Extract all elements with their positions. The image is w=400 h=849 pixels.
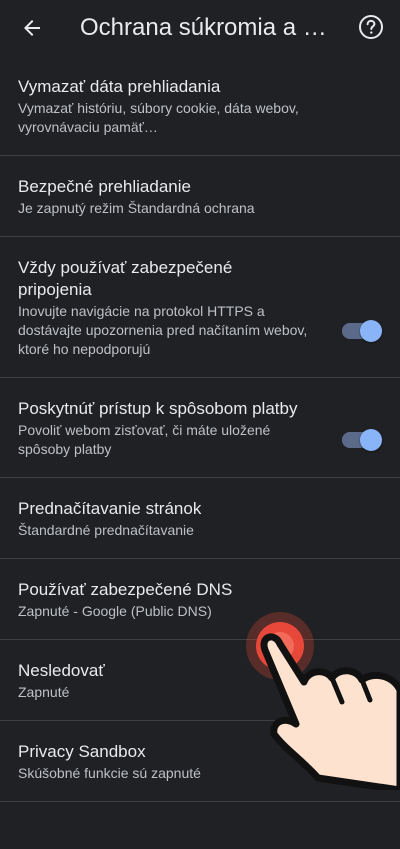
setting-preload-pages[interactable]: Prednačítavanie stránok Štandardné predn… [0, 478, 400, 559]
setting-title: Vymazať dáta prehliadania [18, 77, 221, 96]
help-icon [359, 15, 383, 39]
setting-subtitle: Povoliť webom zisťovať, či máte uložené … [18, 422, 271, 457]
pointing-hand-icon [260, 633, 400, 790]
setting-subtitle: Inovujte navigácie na protokol HTTPS a d… [18, 303, 308, 357]
setting-title: Bezpečné prehliadanie [18, 177, 191, 196]
setting-clear-browsing-data[interactable]: Vymazať dáta prehliadania Vymazať histór… [0, 56, 400, 156]
setting-secure-dns[interactable]: Používať zabezpečené DNS Zapnuté - Googl… [0, 559, 400, 640]
setting-subtitle: Vymazať históriu, súbory cookie, dáta we… [18, 100, 299, 135]
payment-methods-toggle[interactable] [342, 429, 382, 451]
setting-subtitle: Štandardné prednačítavanie [18, 522, 194, 538]
arrow-back-icon [24, 20, 40, 36]
secure-connections-toggle[interactable] [342, 320, 382, 342]
help-button[interactable] [358, 14, 384, 40]
toggle-knob [360, 429, 382, 451]
setting-title: Vždy používať zabezpečené pripojenia [18, 258, 233, 299]
privacy-settings-screen: Ochrana súkromia a zabezpečenie Vymazať … [0, 0, 400, 849]
setting-title: Prednačítavanie stránok [18, 499, 202, 518]
setting-subtitle: Zapnuté - Google (Public DNS) [18, 603, 212, 619]
top-app-bar: Ochrana súkromia a zabezpečenie [0, 0, 400, 56]
back-button[interactable] [16, 12, 48, 44]
toggle-knob [360, 320, 382, 342]
page-title: Ochrana súkromia a zabezpečenie [80, 14, 336, 41]
setting-title: Poskytnúť prístup k spôsobom platby [18, 399, 298, 418]
setting-always-secure-connections[interactable]: Vždy používať zabezpečené pripojenia Ino… [0, 237, 400, 378]
setting-safe-browsing[interactable]: Bezpečné prehliadanie Je zapnutý režim Š… [0, 156, 400, 237]
setting-title: Používať zabezpečené DNS [18, 580, 233, 599]
setting-payment-methods-access[interactable]: Poskytnúť prístup k spôsobom platby Povo… [0, 378, 400, 478]
setting-subtitle: Je zapnutý režim Štandardná ochrana [18, 200, 255, 216]
